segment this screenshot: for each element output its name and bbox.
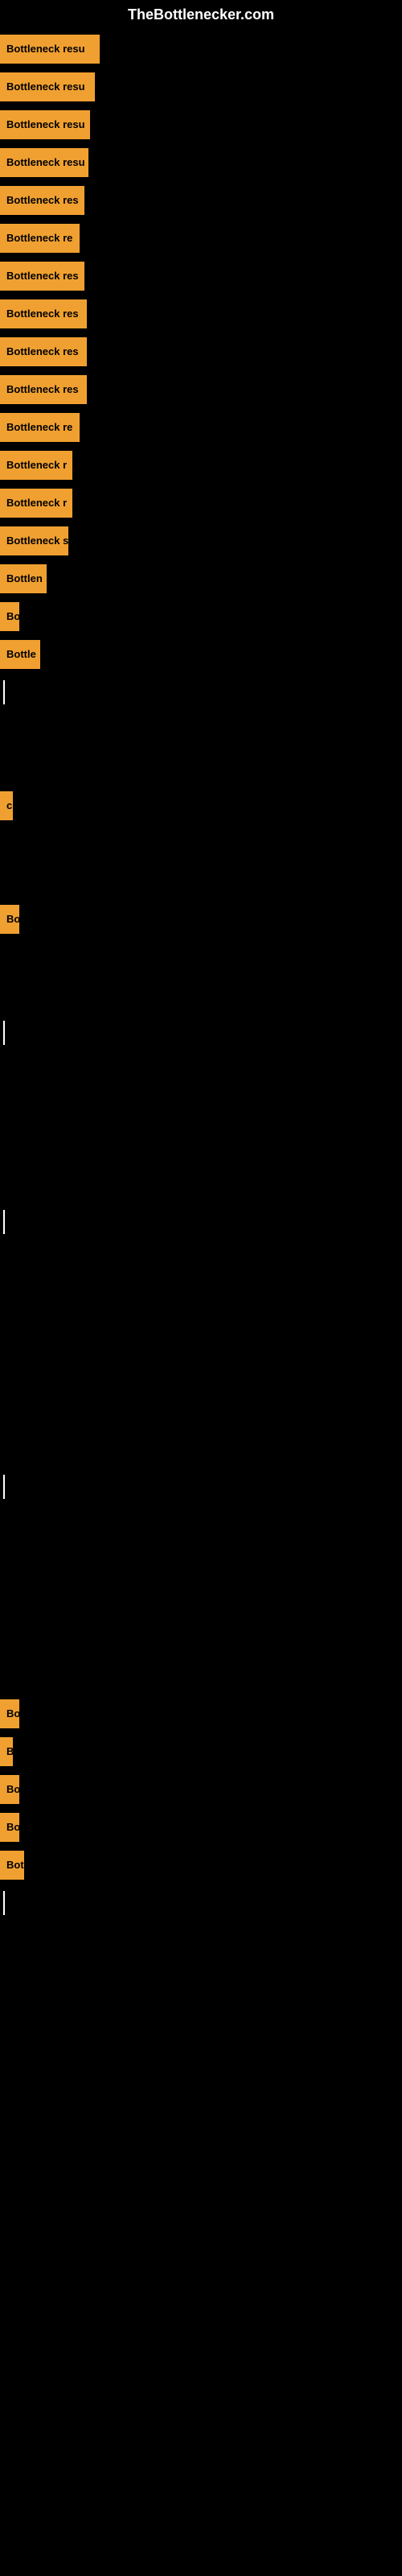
bar-label: Bo [0,1775,19,1804]
bar-row: Bottleneck resu [0,105,402,143]
chart-area: TheBottlenecker.com Bottleneck resuBottl… [0,0,402,1922]
bar-label: Bottleneck r [0,489,72,518]
vertical-marker [3,680,5,704]
bar-row: Bottleneck res [0,332,402,370]
bar-row: Bottleneck re [0,219,402,257]
bar-label: Bo [0,1699,19,1728]
bar-label: Bottleneck r [0,451,72,480]
bar-row [0,1392,402,1430]
bar-row [0,1051,402,1089]
bar-row [0,1581,402,1619]
bar-row [0,938,402,976]
bar-row: Bo [0,1695,402,1732]
bar-label: Bottleneck re [0,413,80,442]
vertical-marker [3,1475,5,1499]
bar-row: Bottleneck re [0,408,402,446]
bar-row [0,1430,402,1468]
bar-row [0,1127,402,1165]
bar-row: Bottleneck s [0,522,402,559]
bar-row [0,976,402,1013]
bar-label: c [0,791,13,820]
bar-row: Bottleneck r [0,484,402,522]
bar-row: Bo [0,900,402,938]
bar-row: Bottlen [0,559,402,597]
bar-row [0,1089,402,1127]
bar-row [0,1657,402,1695]
bar-row: Bottleneck resu [0,68,402,105]
bar-row [0,1543,402,1581]
bar-row: Bottleneck res [0,295,402,332]
bar-label: Bottleneck res [0,186,84,215]
bar-row [0,1241,402,1278]
bar-label: Bottleneck resu [0,148,88,177]
bar-row: c [0,786,402,824]
bar-label: Bo [0,1813,19,1842]
bar-label: Bottleneck s [0,526,68,555]
bar-row: Bot [0,1846,402,1884]
bar-row [0,862,402,900]
bar-label: Bottleneck res [0,262,84,291]
bar-row: B [0,1732,402,1770]
bar-label: Bot [0,1851,24,1880]
bar-row [0,1165,402,1203]
vertical-marker [3,1021,5,1045]
bar-label: Bottleneck res [0,299,87,328]
bar-row [0,1013,402,1051]
vertical-marker [3,1891,5,1915]
bar-row: Bottleneck res [0,257,402,295]
bar-label: Bottleneck resu [0,110,90,139]
bars-container: Bottleneck resu Bottleneck resu Bottleneck… [0,30,402,1922]
bar-row: Bottleneck r [0,446,402,484]
bar-label: Bottleneck res [0,375,87,404]
bar-row [0,1468,402,1505]
bar-row [0,1316,402,1354]
bar-label: Bottleneck re [0,224,80,253]
bar-label: Bottleneck res [0,337,87,366]
bar-row [0,1278,402,1316]
bar-row [0,1884,402,1922]
site-title: TheBottlenecker.com [0,0,402,30]
bar-label: Bo [0,602,19,631]
bar-row [0,824,402,862]
bar-label: Bottlen [0,564,47,593]
bar-row: Bottleneck resu [0,143,402,181]
bar-row: Bottleneck res [0,181,402,219]
bar-label: Bottleneck resu [0,72,95,101]
vertical-marker [3,1210,5,1234]
bar-row: Bo [0,597,402,635]
bar-row: Bottleneck res [0,370,402,408]
bar-label: Bo [0,905,19,934]
bar-row [0,749,402,786]
bar-row [0,711,402,749]
bar-row: Bottleneck resu [0,30,402,68]
bar-row: Bo [0,1770,402,1808]
bar-label: B [0,1737,13,1766]
bar-row [0,1505,402,1543]
bar-row [0,1619,402,1657]
bar-row [0,1203,402,1241]
bar-row: Bo [0,1808,402,1846]
bar-row [0,1354,402,1392]
bar-row: Bottle [0,635,402,673]
bar-label: Bottleneck resu [0,35,100,64]
bar-row [0,673,402,711]
bar-label: Bottle [0,640,40,669]
